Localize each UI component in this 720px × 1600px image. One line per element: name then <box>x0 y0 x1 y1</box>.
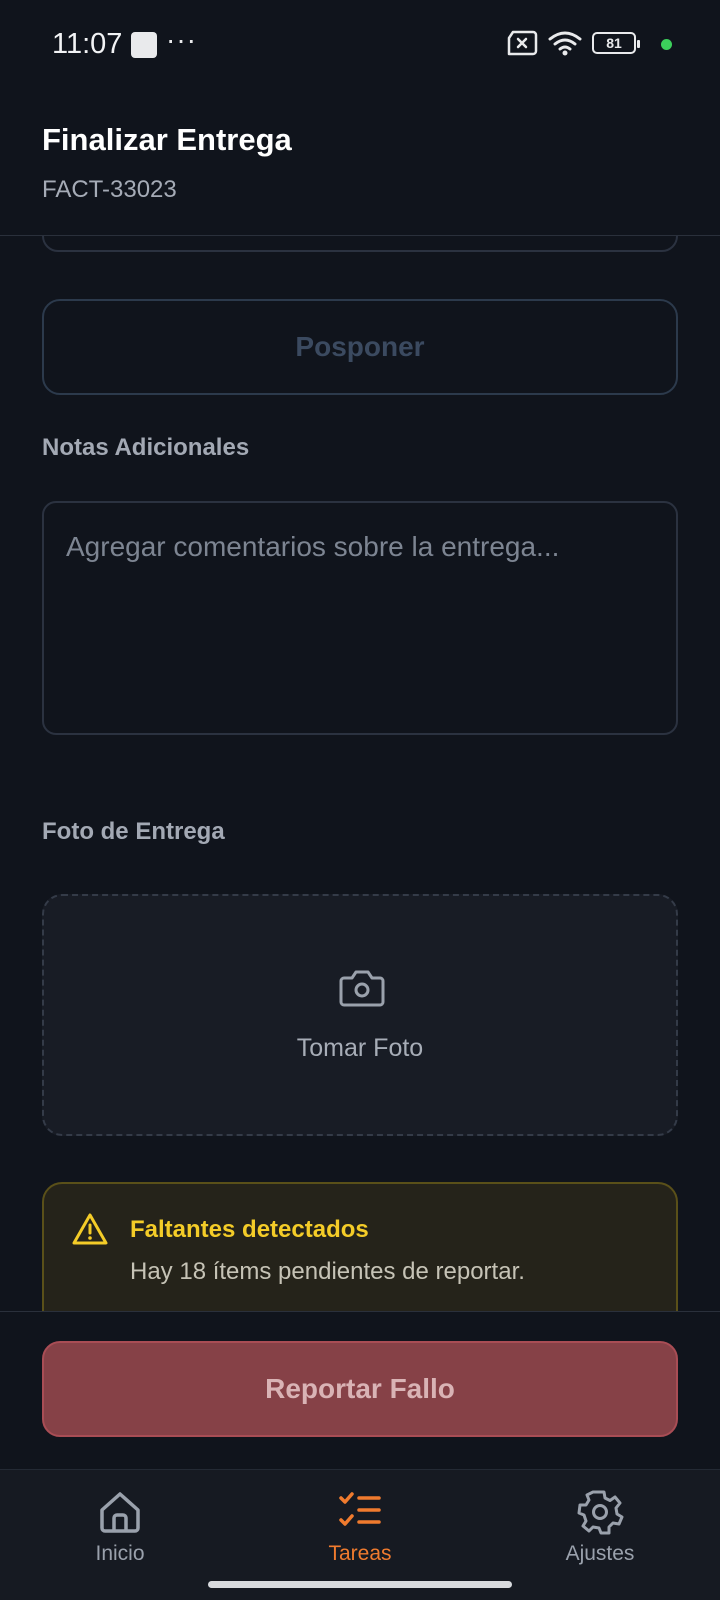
nav-label-tareas: Tareas <box>328 1542 392 1565</box>
status-time: 11:07 <box>52 28 123 60</box>
status-icons: 81 <box>506 30 660 56</box>
tasks-icon <box>339 1492 381 1526</box>
notes-textarea[interactable]: Agregar comentarios sobre la entrega... <box>42 501 678 735</box>
partial-field <box>42 236 678 252</box>
alert-title: Faltantes detectados <box>130 1216 369 1243</box>
nav-label-ajustes: Ajustes <box>565 1542 635 1565</box>
screen: 11:07 ··· 81 Finalizar Entrega FACT-3302… <box>0 0 720 1600</box>
wifi-icon <box>548 31 582 56</box>
nav-label-inicio: Inicio <box>95 1542 145 1565</box>
invoice-number: FACT-33023 <box>42 176 177 203</box>
notification-square-icon <box>131 32 157 58</box>
notes-placeholder: Agregar comentarios sobre la entrega... <box>66 531 560 562</box>
dot-indicator-icon <box>661 39 672 50</box>
photo-label: Foto de Entrega <box>42 818 225 845</box>
nav-item-tareas[interactable]: Tareas <box>280 1488 440 1566</box>
action-bar: Reportar Fallo <box>0 1311 720 1469</box>
nav-item-inicio[interactable]: Inicio <box>40 1488 200 1566</box>
more-dots-icon: ··· <box>166 24 197 55</box>
camera-icon <box>339 970 385 1007</box>
take-photo-button[interactable]: Tomar Foto <box>42 894 678 1136</box>
home-indicator[interactable] <box>208 1581 512 1588</box>
alert-text: Hay 18 ítems pendientes de reportar. <box>130 1258 525 1285</box>
take-photo-label: Tomar Foto <box>296 1034 424 1062</box>
nav-item-ajustes[interactable]: Ajustes <box>520 1488 680 1566</box>
scroll-content[interactable]: Posponer Notas Adicionales Agregar comen… <box>0 236 720 1311</box>
page-header: Finalizar Entrega FACT-33023 <box>0 90 720 236</box>
report-failure-button[interactable]: Reportar Fallo <box>42 1341 678 1437</box>
home-icon <box>100 1492 140 1533</box>
status-bar: 11:07 ··· 81 <box>0 0 720 90</box>
battery-level: 81 <box>606 35 622 51</box>
sim-off-icon <box>507 30 538 56</box>
battery-icon: 81 <box>592 32 640 54</box>
missing-items-alert: Faltantes detectados Hay 18 ítems pendie… <box>42 1182 678 1311</box>
gear-icon <box>577 1490 624 1535</box>
postpone-button[interactable]: Posponer <box>42 299 678 395</box>
notes-label: Notas Adicionales <box>42 434 250 461</box>
page-title: Finalizar Entrega <box>42 122 292 157</box>
warning-icon <box>72 1213 108 1245</box>
